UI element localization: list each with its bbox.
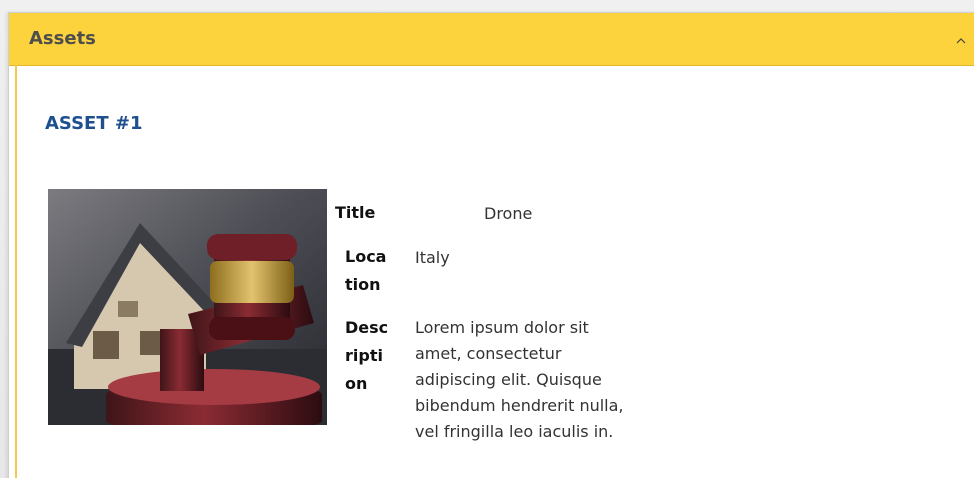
house-and-gavel-image bbox=[48, 189, 327, 425]
panel-left-accent bbox=[15, 65, 17, 478]
field-value-description: Lorem ipsum dolor sit amet, consectetur … bbox=[415, 318, 624, 441]
asset-heading: ASSET #1 bbox=[45, 113, 143, 134]
field-label-title: Title bbox=[335, 203, 376, 222]
field-value-title: Drone bbox=[484, 204, 533, 223]
field-label-description: Description bbox=[345, 318, 389, 393]
field-value-location: Italy bbox=[415, 248, 450, 267]
field-label-location: Location bbox=[345, 247, 387, 294]
assets-panel-header[interactable]: Assets bbox=[9, 13, 974, 66]
chevron-up-icon[interactable] bbox=[953, 33, 969, 49]
assets-panel: Assets ASSET #1 Title Drone Location Ita… bbox=[8, 12, 974, 478]
window: Assets ASSET #1 Title Drone Location Ita… bbox=[0, 0, 974, 478]
panel-title: Assets bbox=[29, 28, 96, 49]
